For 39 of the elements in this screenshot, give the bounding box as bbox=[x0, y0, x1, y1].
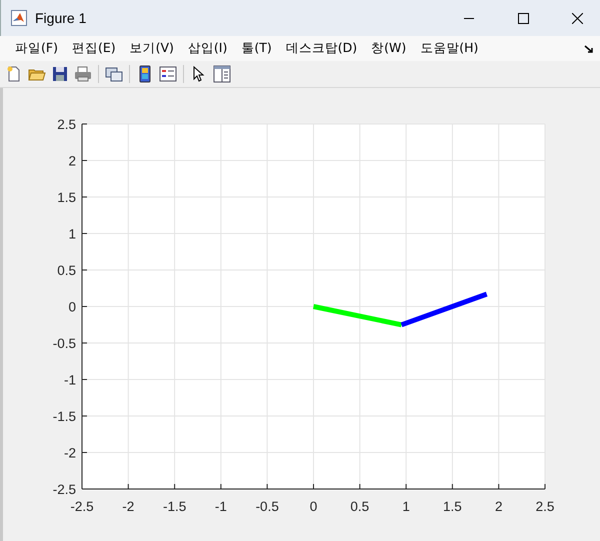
x-tick-label: 2 bbox=[494, 499, 502, 514]
menu-item[interactable]: 보기(V) bbox=[122, 37, 181, 60]
y-tick-label: 0.5 bbox=[57, 263, 76, 278]
legend-icon[interactable] bbox=[158, 64, 178, 84]
y-tick-label: 1.5 bbox=[57, 190, 76, 205]
y-tick-label: -2 bbox=[64, 446, 76, 460]
x-tick-label: 2.5 bbox=[536, 499, 554, 514]
y-tick-label: 0 bbox=[68, 300, 76, 314]
x-tick-label: -0.5 bbox=[256, 499, 279, 514]
y-tick-label: -0.5 bbox=[52, 336, 76, 351]
y-tick-label: 1 bbox=[68, 226, 76, 242]
x-tick-label: 1 bbox=[402, 499, 410, 514]
x-tick-label: -2 bbox=[122, 499, 134, 514]
menu-item[interactable]: 편집(E) bbox=[64, 37, 123, 60]
menu-item[interactable]: 툴(T) bbox=[234, 37, 279, 60]
x-tick-label: 0 bbox=[310, 499, 318, 514]
close-icon[interactable] bbox=[572, 12, 582, 24]
matlab-logo-icon bbox=[11, 10, 27, 26]
x-tick-label: -1 bbox=[214, 499, 227, 514]
printer-icon[interactable] bbox=[73, 64, 93, 84]
maximize-icon[interactable] bbox=[518, 12, 528, 24]
x-tick-label: 1.5 bbox=[443, 499, 462, 514]
menu-item[interactable]: 파일(F) bbox=[8, 37, 65, 60]
property-panel-icon[interactable] bbox=[212, 64, 232, 84]
window-title: Figure 1 bbox=[35, 10, 86, 26]
y-tick-label: -1.5 bbox=[52, 409, 76, 424]
y-tick-label: 2.5 bbox=[57, 117, 76, 132]
y-tick-label: -1 bbox=[64, 372, 76, 388]
dock-arrow-icon[interactable] bbox=[584, 44, 594, 54]
menu-item[interactable]: 도움말(H) bbox=[413, 37, 486, 60]
menu-item[interactable]: 데스크탑(D) bbox=[278, 37, 364, 60]
save-icon[interactable] bbox=[50, 64, 70, 84]
x-tick-label: -1.5 bbox=[162, 499, 186, 514]
menu-item[interactable]: 삽입(I) bbox=[180, 37, 234, 60]
x-tick-label: 0.5 bbox=[350, 499, 370, 514]
y-tick-label: -2.5 bbox=[52, 482, 76, 497]
y-tick-label: 2 bbox=[68, 154, 76, 168]
x-tick-label: -2.5 bbox=[70, 499, 94, 514]
menu-item[interactable]: 창(W) bbox=[364, 37, 414, 60]
